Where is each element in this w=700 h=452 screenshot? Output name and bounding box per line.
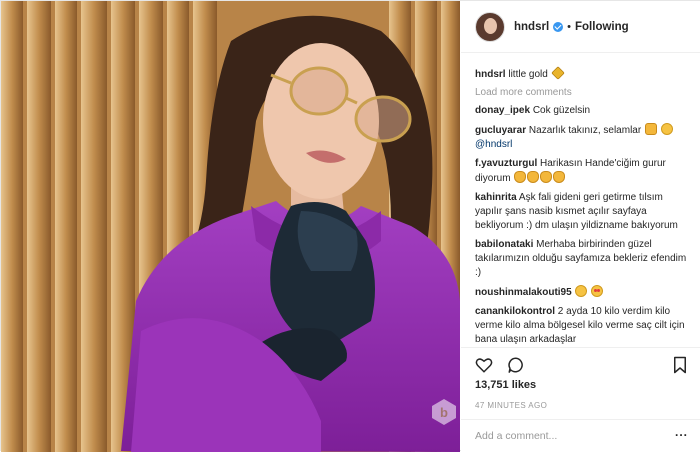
comment-username[interactable]: f.yavuzturgul (475, 158, 537, 169)
heart-icon[interactable] (475, 356, 493, 374)
action-bar (461, 347, 700, 377)
more-options-icon[interactable]: ... (675, 425, 688, 439)
comment-text: Cok güzelsin (532, 105, 591, 116)
heart-eyes-emoji-icon (591, 285, 604, 297)
watermark-logo-icon: b (432, 399, 456, 425)
comment-text: Nazarlık takınız, selamlar (528, 125, 642, 136)
verified-badge-icon (553, 21, 564, 32)
post-header: hndsrl • Following (461, 1, 700, 53)
clap-emoji-icon (553, 171, 566, 183)
list-item: babilonataki Merhaba birbirinden güzel t… (475, 238, 688, 280)
list-item: gucluyarar Nazarlık takınız, selamlar @h… (475, 123, 688, 152)
likes-count[interactable]: 13,751 likes (475, 379, 536, 391)
smile-emoji-icon (660, 123, 673, 135)
comment-username[interactable]: noushinmalakouti95 (475, 287, 572, 298)
list-item: f.yavuzturgul Harikasın Hande'ciğim guru… (475, 157, 688, 186)
comment-username[interactable]: babilonataki (475, 239, 533, 250)
post-photo[interactable]: b (1, 1, 460, 452)
avatar[interactable] (475, 11, 505, 42)
caption-username[interactable]: hndsrl (475, 69, 506, 80)
clap-emoji-icon (540, 171, 553, 183)
thumbs-up-emoji-icon (644, 123, 657, 135)
add-comment-bar (461, 419, 700, 452)
separator-dot: • (567, 20, 571, 33)
list-item: noushinmalakouti95 (475, 285, 688, 300)
bookmark-icon[interactable] (671, 356, 689, 374)
post-timestamp[interactable]: 47 MINUTES AGO (475, 401, 547, 410)
caption-text: little gold (508, 69, 548, 80)
list-item: canankilokontrol 2 ayda 10 kilo verdim k… (475, 305, 688, 347)
comment-icon[interactable] (507, 356, 525, 374)
photo-illustration (1, 1, 460, 452)
caption: hndsrl little gold (475, 66, 688, 82)
following-button[interactable]: Following (575, 21, 629, 33)
clap-emoji-icon (527, 171, 540, 183)
comment-mention[interactable]: @hndsrl (475, 139, 512, 150)
comments-list[interactable]: hndsrl little gold Load more comments do… (461, 53, 700, 347)
svg-text:b: b (440, 405, 448, 420)
list-item: donay_ipek Cok güzelsin (475, 104, 688, 118)
comment-username[interactable]: donay_ipek (475, 105, 530, 116)
gold-emoji-icon (550, 66, 565, 80)
clap-emoji-icon (514, 171, 527, 183)
instagram-post: b hndsrl • Following hndsrl little gold … (0, 0, 700, 452)
comment-username[interactable]: gucluyarar (475, 125, 526, 136)
comment-username[interactable]: canankilokontrol (475, 306, 555, 317)
list-item: kahinrita Aşk fali gideni geri getirme t… (475, 191, 688, 233)
smile-emoji-icon (575, 285, 588, 297)
add-comment-input[interactable] (475, 430, 675, 442)
post-sidebar: hndsrl • Following hndsrl little gold Lo… (461, 1, 700, 452)
comment-username[interactable]: kahinrita (475, 192, 517, 203)
load-more-comments-link[interactable]: Load more comments (475, 87, 688, 98)
header-username[interactable]: hndsrl (514, 21, 549, 33)
